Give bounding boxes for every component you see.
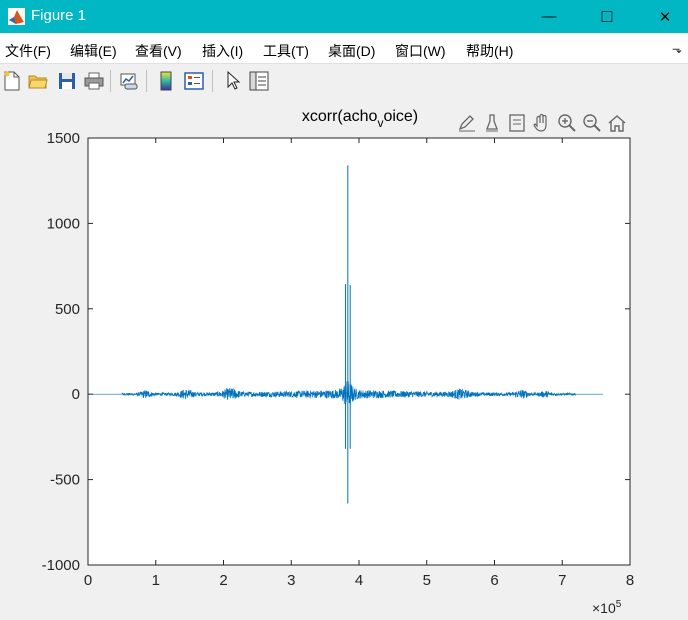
property-inspector-icon	[249, 71, 269, 91]
menu-window[interactable]: 窗口(W)	[395, 41, 446, 61]
axes-box	[88, 138, 630, 565]
y-tick-label: 500	[55, 301, 80, 318]
y-tick-label: 1500	[47, 130, 80, 147]
x-exponent-base: ×10	[592, 600, 616, 616]
maximize-button[interactable]: ☐	[584, 0, 630, 33]
print-icon	[84, 72, 104, 90]
save-button[interactable]	[56, 70, 78, 92]
x-tick-label: 7	[558, 572, 566, 589]
matlab-logo-icon	[8, 8, 25, 25]
close-icon: ✕	[658, 8, 672, 26]
minimize-icon: —	[541, 8, 557, 25]
edit-plot-icon	[227, 71, 240, 90]
open-file-icon	[28, 75, 48, 89]
menu-insert[interactable]: 插入(I)	[202, 41, 243, 61]
toolbar-separator	[212, 70, 213, 92]
x-tick-label: 6	[490, 572, 498, 589]
x-tick-label: 5	[423, 572, 431, 589]
x-tick-label: 4	[355, 572, 363, 589]
print-button[interactable]	[83, 70, 105, 92]
insert-legend-button[interactable]	[183, 70, 205, 92]
menu-view[interactable]: 查看(V)	[135, 41, 182, 61]
y-tick-label: 1000	[47, 215, 80, 232]
figure-toolbar	[0, 63, 688, 99]
new-figure-icon	[4, 71, 20, 91]
save-icon	[59, 73, 75, 89]
property-inspector-button[interactable]	[248, 70, 270, 92]
title-bar: Figure 1 — ☐ ✕	[0, 0, 688, 33]
menu-desktop[interactable]: 桌面(D)	[328, 41, 375, 61]
link-plot-button[interactable]	[118, 70, 140, 92]
minimize-button[interactable]: —	[526, 0, 572, 33]
y-tick-label: -1000	[42, 557, 80, 574]
menu-tools[interactable]: 工具(T)	[263, 41, 309, 61]
menu-bar: 文件(F) 编辑(E) 查看(V) 插入(I) 工具(T) 桌面(D) 窗口(W…	[0, 33, 688, 63]
y-tick-label: -500	[50, 472, 80, 489]
insert-legend-icon	[184, 72, 204, 90]
y-tick-label: 0	[72, 386, 80, 403]
x-exponent-power: 5	[616, 599, 622, 610]
chart-title: xcorr(achovoice)	[302, 108, 418, 130]
chart-title-end: oice)	[383, 108, 418, 125]
window-title: Figure 1	[31, 7, 87, 24]
new-figure-button[interactable]	[1, 70, 23, 92]
link-plot-icon	[120, 73, 138, 90]
maximize-icon: ☐	[600, 8, 614, 26]
plot-area[interactable]: xcorr(achovoice) 0 1 2 3 4 5 6 7 8 1500 1000 500 0 -5…	[0, 98, 688, 620]
toolbar-separator	[146, 70, 147, 92]
menu-file[interactable]: 文件(F)	[5, 41, 51, 61]
x-tick-label: 8	[626, 572, 634, 589]
dock-arrow-icon[interactable]: ⬎	[672, 42, 682, 56]
x-tick-label: 0	[84, 572, 92, 589]
open-file-button[interactable]	[27, 70, 49, 92]
x-tick-label: 3	[287, 572, 295, 589]
edit-plot-button[interactable]	[222, 70, 244, 92]
insert-colorbar-icon	[160, 71, 172, 91]
x-tick-label: 2	[219, 572, 227, 589]
close-button[interactable]: ✕	[642, 0, 688, 33]
menu-edit[interactable]: 编辑(E)	[70, 41, 117, 61]
x-tick-label: 1	[152, 572, 160, 589]
x-exponent-label: ×105	[592, 599, 622, 616]
chart-title-main: xcorr(acho	[302, 108, 378, 125]
toolbar-separator	[110, 70, 111, 92]
insert-colorbar-button[interactable]	[155, 70, 177, 92]
menu-help[interactable]: 帮助(H)	[466, 41, 513, 61]
